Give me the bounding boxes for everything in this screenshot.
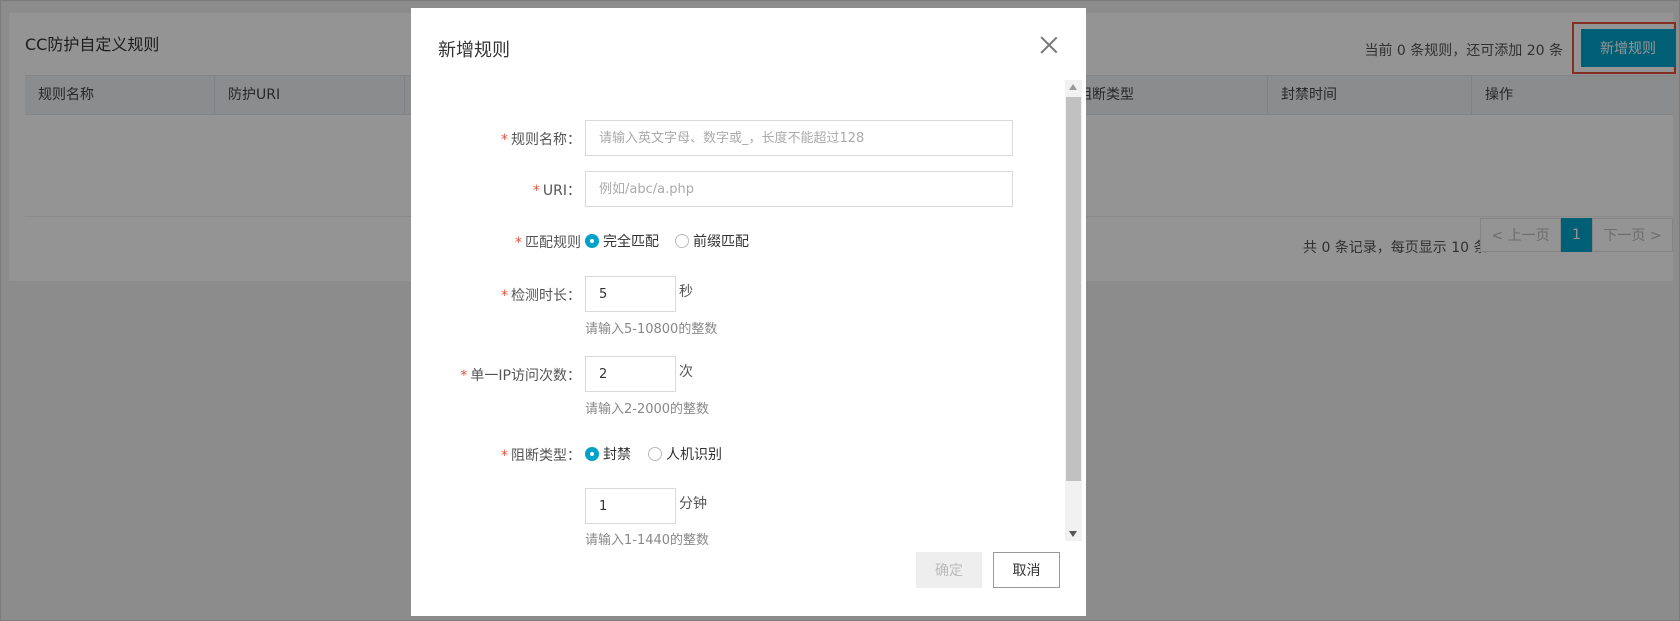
dialog-scrollbar[interactable]: [1065, 80, 1082, 541]
ip-visits-unit: 次: [679, 364, 693, 380]
uri-input[interactable]: [585, 171, 1013, 207]
match-exact-radio[interactable]: 完全匹配: [585, 231, 659, 251]
scrollbar-thumb[interactable]: [1066, 97, 1081, 481]
block-type-captcha-radio[interactable]: 人机识别: [648, 444, 722, 464]
close-icon[interactable]: [1038, 34, 1060, 56]
required-mark: *: [532, 183, 540, 199]
uri-label: * URI：: [532, 183, 581, 199]
radio-checked-icon: [585, 447, 599, 461]
ban-time-input[interactable]: [585, 488, 676, 524]
required-mark: *: [501, 288, 508, 304]
radio-unchecked-icon: [648, 447, 662, 461]
match-rule-label: * 匹配规则: [515, 235, 581, 251]
match-prefix-radio[interactable]: 前缀匹配: [675, 231, 749, 251]
required-mark: *: [515, 235, 522, 251]
ip-visits-input[interactable]: [585, 356, 676, 392]
detect-duration-label: * 检测时长：: [501, 288, 581, 304]
ban-time-unit: 分钟: [679, 496, 707, 512]
required-mark: *: [460, 368, 468, 384]
block-type-label: * 阻断类型：: [501, 448, 581, 464]
ip-visits-hint: 请输入2-2000的整数: [585, 402, 710, 417]
detect-duration-unit: 秒: [679, 284, 693, 300]
detect-duration-hint: 请输入5-10800的整数: [585, 322, 718, 337]
scroll-up-arrow-icon[interactable]: [1069, 84, 1077, 90]
rule-name-input[interactable]: [585, 120, 1013, 156]
cancel-button[interactable]: 取消: [993, 552, 1060, 588]
radio-checked-icon: [585, 234, 599, 248]
radio-unchecked-icon: [675, 234, 689, 248]
add-rule-dialog: 新增规则 *规则名称： *URI： *匹配规则 完全匹配 前缀匹配 *检测时长：…: [411, 8, 1086, 616]
block-type-ban-radio[interactable]: 封禁: [585, 444, 631, 464]
detect-duration-input[interactable]: [585, 276, 676, 312]
required-mark: *: [501, 132, 508, 148]
dialog-title: 新增规则: [438, 40, 510, 61]
scroll-down-arrow-icon[interactable]: [1069, 531, 1077, 537]
confirm-button[interactable]: 确定: [916, 552, 982, 588]
ip-visits-label: * 单一IP访问次数：: [460, 368, 581, 384]
ban-time-hint: 请输入1-1440的整数: [585, 533, 710, 548]
required-mark: *: [501, 448, 508, 464]
rule-name-label: * 规则名称：: [501, 132, 581, 148]
